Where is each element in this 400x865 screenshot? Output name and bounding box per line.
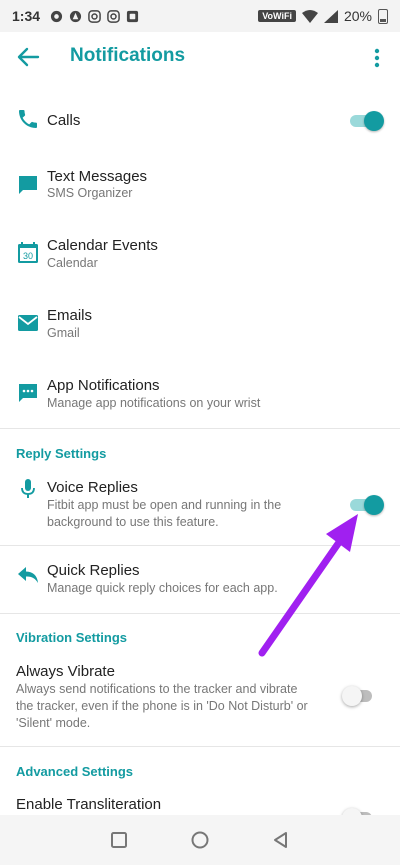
signal-icon bbox=[323, 9, 338, 23]
mail-icon bbox=[18, 315, 38, 331]
always-vibrate-row[interactable]: Always Vibrate Always send notifications… bbox=[0, 660, 400, 735]
text-messages-label: Text Messages bbox=[47, 168, 148, 185]
quick-replies-subtitle: Manage quick reply choices for each app. bbox=[47, 581, 278, 595]
always-vibrate-label: Always Vibrate bbox=[16, 663, 115, 680]
voice-replies-label: Voice Replies bbox=[47, 479, 138, 496]
always-vibrate-subtitle-3: 'Silent' mode. bbox=[16, 716, 91, 730]
text-messages-row[interactable]: Text Messages SMS Organizer bbox=[0, 163, 400, 213]
calendar-events-label: Calendar Events bbox=[47, 237, 158, 254]
app-notifications-row[interactable]: App Notifications Manage app notificatio… bbox=[0, 373, 400, 423]
always-vibrate-subtitle-2: the tracker, even if the phone is in 'Do… bbox=[16, 699, 308, 713]
app-bar: Notifications bbox=[0, 32, 400, 82]
enable-transliteration-label: Enable Transliteration bbox=[16, 796, 162, 813]
emails-subtitle: Gmail bbox=[47, 326, 80, 340]
system-nav-bar bbox=[0, 815, 400, 865]
calendar-events-subtitle: Calendar bbox=[47, 256, 98, 270]
instagram-icon bbox=[88, 9, 101, 23]
reply-icon bbox=[18, 567, 38, 583]
instagram-icon-2 bbox=[107, 9, 120, 23]
page-title: Notifications bbox=[70, 45, 186, 66]
arrow-left-icon[interactable] bbox=[16, 46, 40, 68]
vowifi-badge: VoWiFi bbox=[258, 10, 296, 22]
phone-icon bbox=[19, 110, 37, 128]
divider bbox=[0, 428, 400, 429]
enable-transliteration-row[interactable]: Enable Transliteration bbox=[0, 793, 400, 815]
voice-replies-subtitle-1: Fitbit app must be open and running in t… bbox=[47, 498, 282, 512]
status-bar: 1:34 VoWiFi 20% bbox=[0, 0, 400, 32]
notification-icon-1 bbox=[50, 10, 63, 22]
home-icon[interactable] bbox=[190, 830, 210, 850]
voice-replies-toggle[interactable] bbox=[350, 494, 384, 515]
wifi-icon bbox=[301, 9, 318, 23]
battery-icon bbox=[378, 8, 388, 24]
calls-label: Calls bbox=[47, 112, 81, 129]
notification-icon-2 bbox=[69, 10, 82, 22]
status-time: 1:34 bbox=[12, 8, 41, 24]
microphone-icon bbox=[21, 479, 35, 498]
annotation-arrow bbox=[258, 514, 358, 657]
more-vert-icon[interactable] bbox=[370, 47, 384, 69]
back-nav-icon[interactable] bbox=[271, 830, 291, 850]
chat-bubble-icon bbox=[19, 176, 37, 194]
calls-row[interactable]: Calls bbox=[0, 100, 400, 145]
calendar-icon-number: 30 bbox=[23, 251, 33, 261]
emails-row[interactable]: Emails Gmail bbox=[0, 303, 400, 353]
voice-replies-subtitle-2: background to use this feature. bbox=[47, 515, 219, 529]
divider bbox=[0, 746, 400, 747]
vibration-settings-header: Vibration Settings bbox=[16, 630, 127, 645]
app-notification-icon bbox=[126, 10, 139, 22]
always-vibrate-toggle[interactable] bbox=[342, 685, 376, 706]
calendar-icon: 30 bbox=[18, 242, 38, 263]
advanced-settings-header: Advanced Settings bbox=[16, 764, 134, 779]
reply-settings-header: Reply Settings bbox=[16, 446, 107, 461]
emails-label: Emails bbox=[47, 307, 93, 324]
text-messages-subtitle: SMS Organizer bbox=[47, 186, 133, 200]
calendar-events-row[interactable]: 30 Calendar Events Calendar bbox=[0, 233, 400, 283]
recent-apps-icon[interactable] bbox=[109, 830, 129, 850]
app-notifications-subtitle: Manage app notifications on your wrist bbox=[47, 396, 261, 410]
app-notifications-label: App Notifications bbox=[47, 377, 160, 394]
dotted-bubble-icon bbox=[19, 384, 37, 402]
calls-toggle[interactable] bbox=[350, 110, 384, 131]
quick-replies-label: Quick Replies bbox=[47, 562, 140, 579]
enable-transliteration-toggle[interactable] bbox=[342, 807, 376, 815]
battery-percent: 20% bbox=[343, 8, 372, 24]
always-vibrate-subtitle-1: Always send notifications to the tracker… bbox=[16, 682, 298, 696]
